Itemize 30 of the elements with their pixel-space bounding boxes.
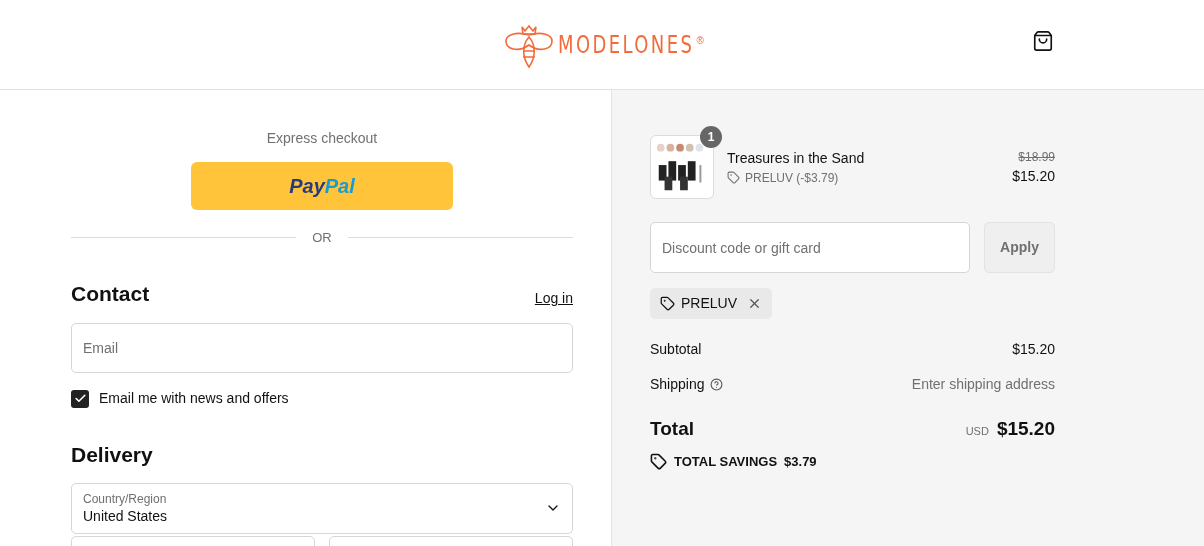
login-link[interactable]: Log in	[534, 288, 573, 309]
original-price: $18.99	[1018, 148, 1055, 166]
currency-code: USD	[965, 424, 989, 439]
country-select[interactable]: Country/Region United States	[71, 482, 573, 534]
section-heading: Delivery	[71, 442, 154, 468]
total-label: Total	[650, 417, 694, 441]
total-value: $15.20	[996, 417, 1055, 441]
discount-code: PRELUV	[681, 294, 738, 313]
section-heading: Contact	[71, 280, 150, 307]
quantity-badge: 1	[700, 126, 722, 148]
or-divider-label: OR	[312, 229, 332, 247]
discount-label: PRELUV (-$3.79)	[745, 169, 839, 187]
shipping-label: Shipping	[650, 375, 705, 394]
brand-name: MODELONES	[558, 28, 695, 61]
shipping-value: Enter shipping address	[911, 375, 1055, 394]
product-name: Treasures in the Sand	[727, 148, 866, 168]
field-label: Country/Region	[83, 491, 168, 507]
price: $15.20	[1012, 166, 1055, 186]
section-title: Express checkout	[266, 129, 378, 148]
checkbox-label: Email me with news and offers	[99, 389, 289, 408]
subtotal-label: Subtotal	[650, 340, 702, 359]
subtotal-value: $15.20	[1012, 340, 1055, 359]
apply-button[interactable]: Apply	[984, 222, 1055, 273]
field-value: United States	[83, 506, 168, 525]
savings-value: $3.79	[784, 452, 817, 471]
savings-label: TOTAL SAVINGS	[674, 452, 778, 471]
registered-mark: ®	[696, 33, 704, 48]
discount-field[interactable]: Discount code or gift card	[650, 222, 970, 273]
email-field[interactable]: Email	[71, 323, 573, 373]
paypal-button[interactable]: PayPal	[191, 162, 453, 210]
